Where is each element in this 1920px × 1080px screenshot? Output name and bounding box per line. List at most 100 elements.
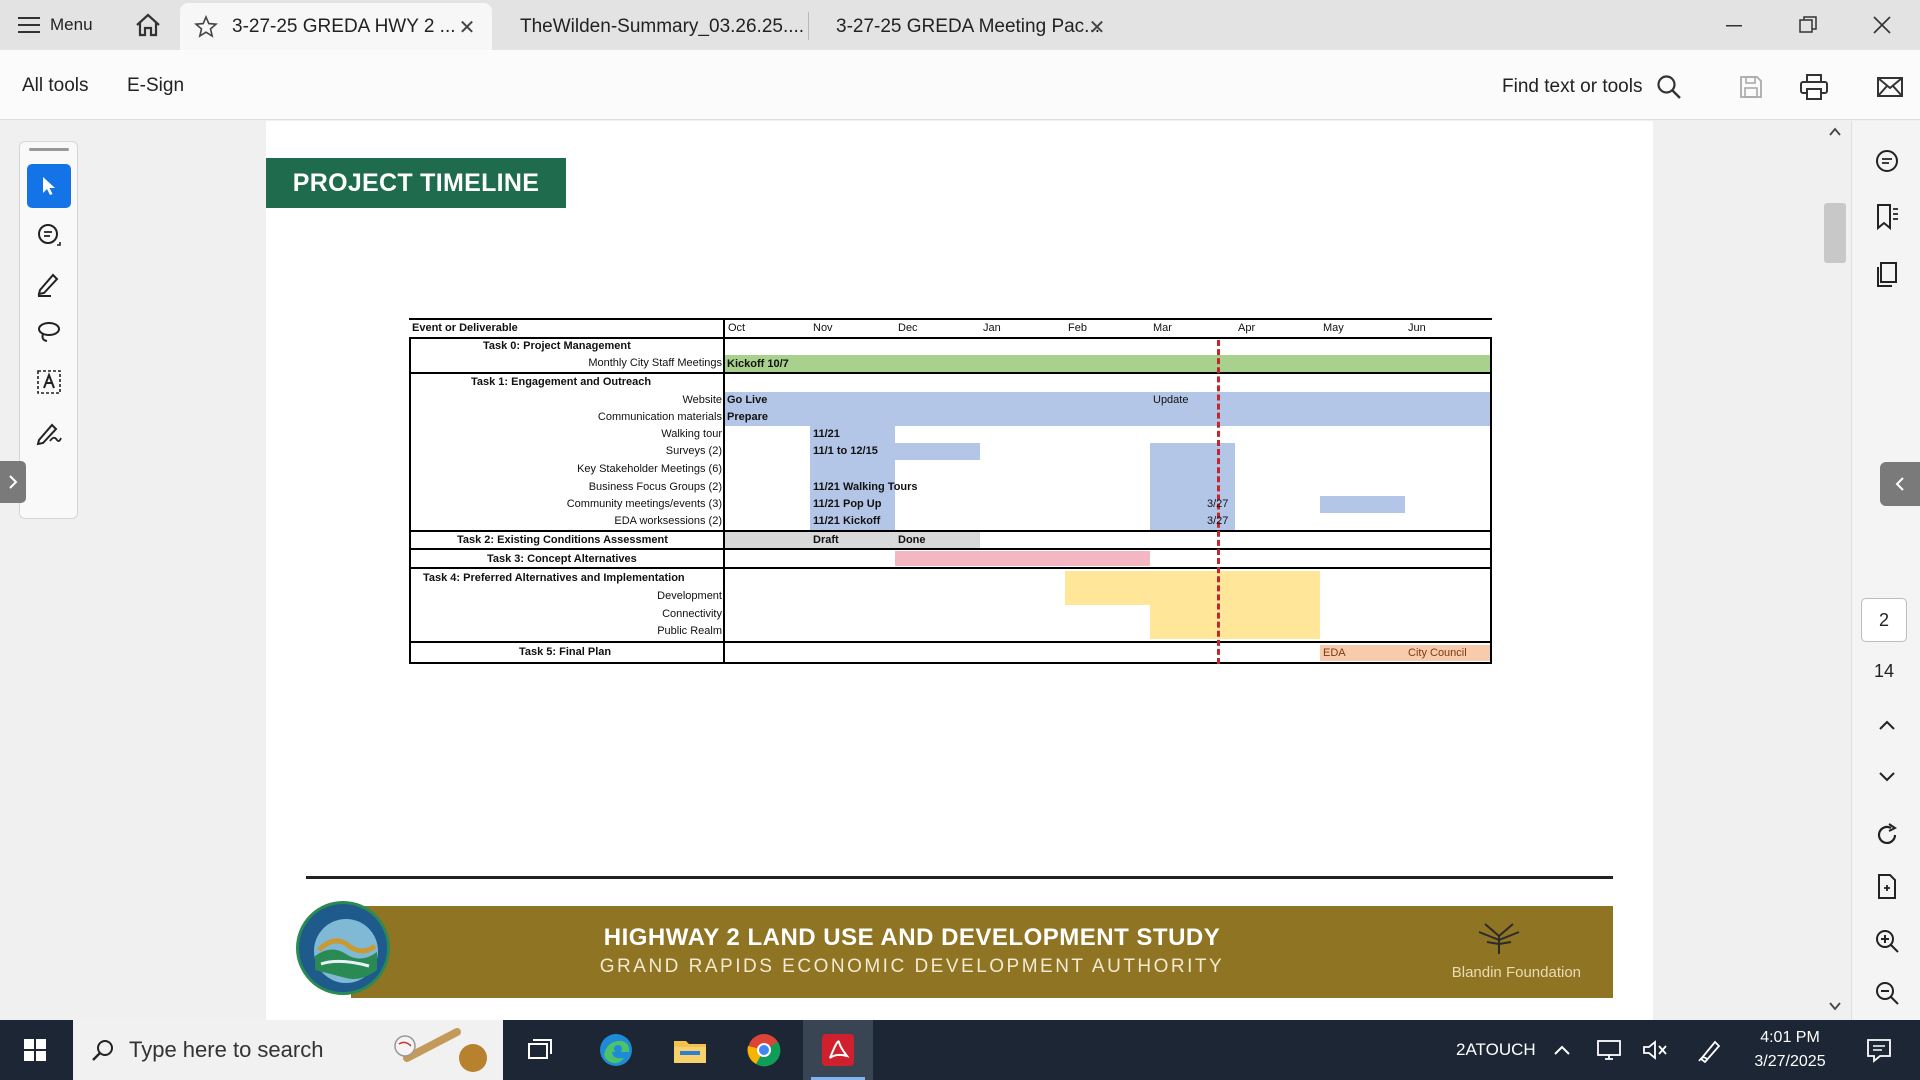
row-stakeholder: Key Stakeholder Meetings (6) bbox=[577, 463, 722, 475]
rotate-button[interactable] bbox=[1867, 815, 1907, 855]
taskbar-clock[interactable]: 4:01 PM 3/27/2025 bbox=[1740, 1026, 1840, 1074]
close-tab-icon[interactable]: ✕ bbox=[456, 15, 478, 40]
minimize-icon bbox=[1726, 25, 1742, 27]
pen-workspace-button[interactable] bbox=[1695, 1020, 1725, 1080]
signature-icon bbox=[36, 423, 62, 446]
collapse-right-panel-button[interactable] bbox=[1880, 462, 1920, 506]
document-icon bbox=[1878, 874, 1896, 899]
row-community: Community meetings/events (3) bbox=[566, 498, 722, 510]
ai-assistant-button[interactable] bbox=[1867, 141, 1907, 181]
label-go-live: Go Live bbox=[727, 394, 768, 406]
row-task5: Task 5: Final Plan bbox=[519, 646, 612, 658]
edge-button[interactable] bbox=[590, 1020, 642, 1080]
text-tool[interactable] bbox=[27, 360, 71, 404]
zoom-out-icon bbox=[1876, 982, 1899, 1005]
zoom-out-button[interactable] bbox=[1867, 973, 1907, 1013]
scrollbar-thumb[interactable] bbox=[1824, 203, 1846, 263]
zoom-in-button[interactable] bbox=[1867, 921, 1907, 961]
tab-greda-hwy2[interactable]: 3-27-25 GREDA HWY 2 ... ✕ bbox=[180, 3, 492, 50]
tab-label: 3-27-25 GREDA HWY 2 ... bbox=[232, 15, 456, 37]
mail-icon bbox=[1877, 77, 1903, 97]
save-icon bbox=[1740, 76, 1762, 98]
email-button[interactable] bbox=[1873, 70, 1907, 104]
gantt-rule bbox=[409, 372, 1492, 374]
tab-label: TheWilden-Summary_03.26.25.... bbox=[520, 15, 805, 37]
comment-tool[interactable] bbox=[27, 214, 71, 258]
network-button[interactable] bbox=[1594, 1020, 1624, 1080]
print-button[interactable] bbox=[1797, 70, 1831, 104]
home-button[interactable] bbox=[130, 8, 166, 42]
volume-button[interactable] bbox=[1640, 1020, 1670, 1080]
chrome-button[interactable] bbox=[738, 1020, 790, 1080]
star-icon bbox=[194, 15, 218, 38]
panel-grip[interactable] bbox=[29, 148, 69, 151]
acrobat-icon bbox=[822, 1034, 854, 1066]
page-number-input[interactable]: 2 bbox=[1861, 598, 1907, 642]
bar-existing-conditions bbox=[725, 532, 980, 548]
task-view-button[interactable] bbox=[518, 1020, 562, 1080]
acrobat-button[interactable] bbox=[803, 1020, 873, 1080]
row-task3: Task 3: Concept Alternatives bbox=[487, 553, 637, 565]
tray-overflow-button[interactable] bbox=[1550, 1020, 1574, 1080]
footer-rule bbox=[306, 876, 1613, 879]
draw-tool[interactable] bbox=[27, 310, 71, 354]
month-apr: Apr bbox=[1238, 322, 1256, 334]
month-dec: Dec bbox=[898, 322, 918, 334]
find-text-tools[interactable]: Find text or tools bbox=[1502, 74, 1682, 100]
highlight-tool[interactable] bbox=[27, 262, 71, 306]
menu-button[interactable]: Menu bbox=[10, 10, 101, 40]
gantt-rule bbox=[409, 530, 1492, 532]
minimize-button[interactable] bbox=[1712, 8, 1756, 42]
bar-community-may bbox=[1320, 496, 1405, 513]
label-done: Done bbox=[898, 534, 926, 546]
close-tab-icon[interactable]: ✕ bbox=[1086, 15, 1108, 40]
page-count: 14 bbox=[1873, 661, 1895, 681]
month-nov: Nov bbox=[813, 322, 833, 334]
assistant-icon bbox=[1876, 150, 1898, 172]
close-window-button[interactable] bbox=[1860, 8, 1904, 42]
windows-logo-icon bbox=[24, 1039, 46, 1061]
esign-link[interactable]: E-Sign bbox=[127, 75, 184, 97]
foundation-name: Blandin Foundation bbox=[1451, 964, 1581, 981]
tab-wilden-summary[interactable]: TheWilden-Summary_03.26.25.... bbox=[496, 3, 806, 50]
save-button[interactable] bbox=[1734, 70, 1768, 104]
all-tools-link[interactable]: All tools bbox=[22, 75, 89, 97]
label-date-327: 3/27 bbox=[1207, 498, 1229, 510]
page-up-button[interactable] bbox=[1867, 705, 1907, 745]
scroll-up-icon[interactable] bbox=[1829, 127, 1841, 137]
comment-icon bbox=[38, 224, 61, 246]
row-task0: Task 0: Project Management bbox=[483, 340, 631, 352]
clock-date: 3/27/2025 bbox=[1754, 1053, 1826, 1070]
pages-button[interactable] bbox=[1867, 255, 1907, 295]
vertical-scrollbar[interactable] bbox=[1824, 121, 1846, 1020]
bar-concept-alternatives bbox=[895, 551, 1150, 566]
page-down-button[interactable] bbox=[1867, 757, 1907, 797]
expand-left-panel-button[interactable] bbox=[0, 461, 26, 503]
sign-tool[interactable] bbox=[27, 410, 71, 454]
label-pop-up: 11/21 Pop Up bbox=[813, 498, 882, 510]
row-walking-tour: Walking tour bbox=[661, 428, 722, 440]
notification-center-button[interactable] bbox=[1854, 1020, 1904, 1080]
scroll-down-icon[interactable] bbox=[1829, 1001, 1841, 1011]
taskbar-search[interactable]: Type here to search bbox=[73, 1020, 503, 1080]
bookmarks-button[interactable] bbox=[1867, 197, 1907, 237]
chevron-right-icon bbox=[9, 475, 18, 489]
tab-greda-meeting-packet[interactable]: 3-27-25 GREDA Meeting Pac... ✕ bbox=[812, 3, 1122, 50]
clock-time: 4:01 PM bbox=[1760, 1029, 1820, 1046]
gantt-label-divider bbox=[723, 318, 725, 664]
page-info-button[interactable] bbox=[1867, 867, 1907, 907]
label-walking-tours: 11/21 Walking Tours bbox=[813, 481, 918, 493]
folder-icon bbox=[674, 1041, 706, 1063]
label-walk-date: 11/21 bbox=[813, 428, 840, 440]
restore-button[interactable] bbox=[1786, 8, 1830, 42]
file-explorer-button[interactable] bbox=[664, 1020, 716, 1080]
row-monthly-staff: Monthly City Staff Meetings bbox=[588, 357, 722, 369]
select-tool[interactable] bbox=[27, 164, 71, 208]
home-icon bbox=[136, 13, 160, 37]
start-button[interactable] bbox=[0, 1020, 70, 1080]
bar-connectivity-realm bbox=[1150, 605, 1320, 639]
bookmark-icon bbox=[1877, 204, 1898, 231]
pages-icon bbox=[1877, 262, 1897, 287]
tray-label[interactable]: 2ATOUCH bbox=[1456, 1040, 1536, 1060]
row-comm-materials: Communication materials bbox=[597, 411, 722, 423]
